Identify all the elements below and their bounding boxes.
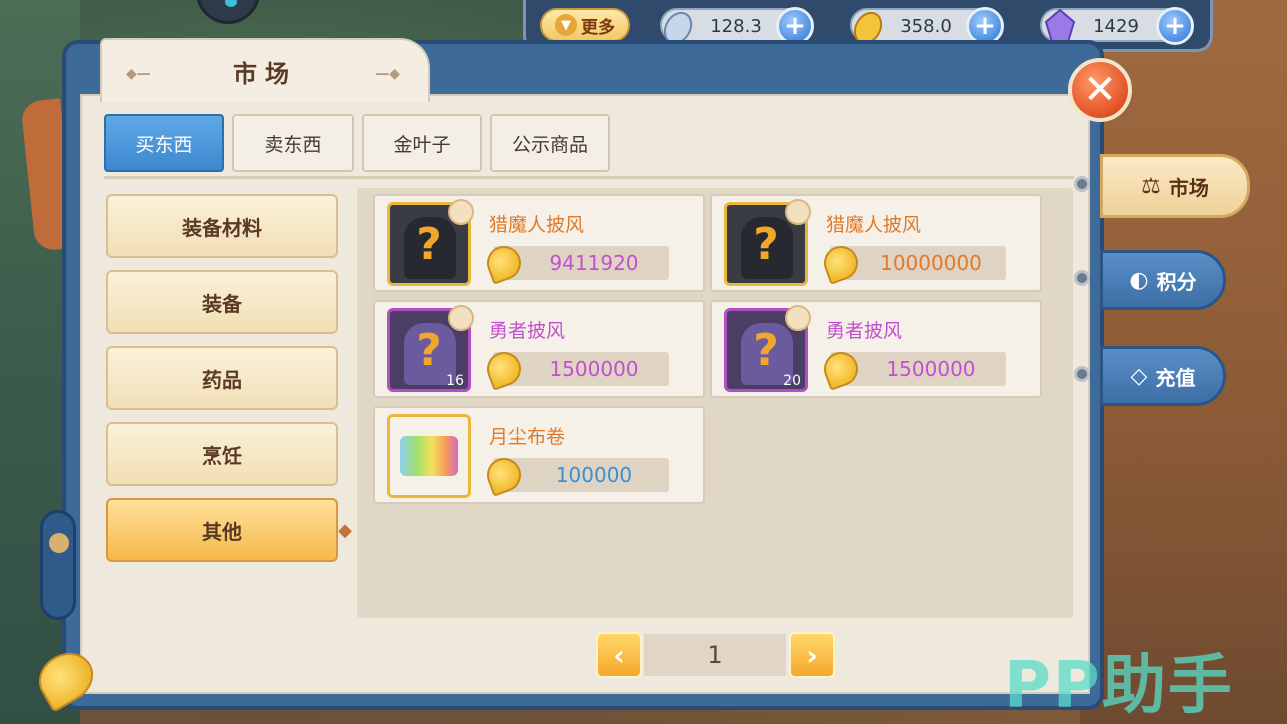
item-name: 月尘布卷 bbox=[489, 426, 566, 448]
category-label: 其他 bbox=[202, 519, 242, 544]
category-cooking[interactable]: 烹饪 bbox=[106, 422, 338, 486]
page-number: 1 bbox=[644, 634, 786, 676]
item-icon: ? 16 bbox=[387, 305, 474, 392]
item-count: 16 bbox=[446, 373, 464, 389]
item-price: 9411920 bbox=[482, 241, 669, 285]
item-price-value: 100000 bbox=[555, 463, 633, 487]
item-icon: ? bbox=[724, 199, 811, 286]
tab-buy-label: 买东西 bbox=[135, 133, 193, 156]
tab-divider bbox=[104, 176, 1074, 179]
character-avatar bbox=[196, 0, 260, 24]
tab-gold-leaf-label: 金叶子 bbox=[393, 133, 451, 156]
more-button-label: 更多 bbox=[581, 17, 615, 38]
window-title: 市场 bbox=[233, 59, 297, 88]
side-tab-label: 积分 bbox=[1156, 269, 1197, 294]
gold-leaf-icon bbox=[819, 347, 863, 391]
add-crystal-button[interactable]: + bbox=[1156, 7, 1194, 45]
binder-ring bbox=[1074, 366, 1090, 382]
binder-ring bbox=[1074, 270, 1090, 286]
watermark: PP助手 bbox=[1004, 649, 1234, 723]
side-tab-label: 充值 bbox=[1155, 365, 1196, 390]
tab-gold-leaf[interactable]: 金叶子 bbox=[362, 114, 482, 172]
item-price-value: 1500000 bbox=[886, 357, 976, 381]
category-medicine[interactable]: 药品 bbox=[106, 346, 338, 410]
list-item[interactable]: ? 猎魔人披风 10000000 bbox=[710, 194, 1042, 292]
item-icon: ? 20 bbox=[724, 305, 811, 392]
category-equipment[interactable]: 装备 bbox=[106, 270, 338, 334]
book-clasp bbox=[40, 510, 76, 620]
preview-icon[interactable] bbox=[785, 199, 811, 225]
item-price: 100000 bbox=[482, 453, 669, 497]
currency-silver: 128.3万 + bbox=[660, 7, 814, 62]
tab-sell[interactable]: 卖东西 bbox=[232, 114, 354, 172]
chevron-right-icon: › bbox=[806, 638, 818, 672]
title-deco-right-icon: —◆ bbox=[375, 66, 400, 82]
category-list: 装备材料 装备 药品 烹饪 其他 ◆ bbox=[106, 194, 352, 574]
chevron-right-icon: ◆ bbox=[338, 520, 352, 541]
item-price: 1500000 bbox=[819, 347, 1006, 391]
category-label: 装备材料 bbox=[182, 215, 262, 240]
side-tab-recharge[interactable]: ◇ 充值 bbox=[1100, 346, 1226, 406]
window-title-tab: ◆— 市场 —◆ bbox=[100, 38, 430, 102]
more-button[interactable]: ▼ 更多 bbox=[540, 8, 630, 42]
currency-gold: 358.0万 + bbox=[850, 7, 1004, 62]
category-label: 药品 bbox=[202, 367, 242, 392]
item-count: 20 bbox=[783, 373, 801, 389]
item-price-value: 1500000 bbox=[549, 357, 639, 381]
next-page-button[interactable]: › bbox=[789, 632, 835, 678]
cloth-roll-icon bbox=[387, 414, 471, 498]
chevron-left-icon: ‹ bbox=[613, 638, 625, 672]
item-price-value: 10000000 bbox=[880, 251, 982, 275]
gold-leaf-icon bbox=[819, 241, 863, 285]
currency-crystal: 1429 + bbox=[1040, 7, 1194, 45]
category-label: 烹饪 bbox=[202, 443, 242, 468]
tab-buy[interactable]: 买东西 bbox=[104, 114, 224, 172]
list-item[interactable]: 月尘布卷 100000 bbox=[373, 406, 705, 504]
side-tab-label: 市场 bbox=[1168, 175, 1209, 200]
tab-public-goods-label: 公示商品 bbox=[511, 133, 588, 156]
list-item[interactable]: ? 16 勇者披风 1500000 bbox=[373, 300, 705, 398]
item-name: 勇者披风 bbox=[489, 320, 566, 342]
category-equipment-materials[interactable]: 装备材料 bbox=[106, 194, 338, 258]
chevron-down-icon: ▼ bbox=[555, 14, 577, 36]
category-other[interactable]: 其他 ◆ bbox=[106, 498, 352, 562]
item-price: 10000000 bbox=[819, 241, 1006, 285]
tab-sell-label: 卖东西 bbox=[264, 133, 322, 156]
side-tab-points[interactable]: ◐ 积分 bbox=[1100, 250, 1226, 310]
preview-icon[interactable] bbox=[448, 199, 474, 225]
close-icon: ✕ bbox=[1083, 67, 1117, 113]
preview-icon[interactable] bbox=[785, 305, 811, 331]
item-list: ? 猎魔人披风 9411920 ? 猎魔人披风 10000000 ? 16 勇者披… bbox=[357, 188, 1073, 618]
list-item[interactable]: ? 20 勇者披风 1500000 bbox=[710, 300, 1042, 398]
item-price: 1500000 bbox=[482, 347, 669, 391]
scale-icon: ⚖ bbox=[1141, 173, 1161, 199]
item-icon: ? bbox=[387, 199, 474, 286]
currency-crystal-value: 1429 bbox=[1093, 16, 1139, 37]
title-deco-left-icon: ◆— bbox=[126, 66, 151, 82]
close-button[interactable]: ✕ bbox=[1068, 58, 1132, 122]
binder-ring bbox=[1074, 176, 1090, 192]
prev-page-button[interactable]: ‹ bbox=[596, 632, 642, 678]
item-name: 猎魔人披风 bbox=[489, 214, 585, 236]
diamond-icon: ◇ bbox=[1130, 363, 1148, 389]
item-name: 猎魔人披风 bbox=[826, 214, 922, 236]
points-icon: ◐ bbox=[1129, 267, 1149, 293]
item-price-value: 9411920 bbox=[549, 251, 639, 275]
market-tabs: 买东西 卖东西 金叶子 公示商品 bbox=[104, 114, 610, 172]
gold-leaf-icon bbox=[482, 347, 526, 391]
gold-leaf-icon bbox=[482, 241, 526, 285]
side-tab-market[interactable]: ⚖ 市场 bbox=[1100, 154, 1250, 218]
item-name: 勇者披风 bbox=[826, 320, 903, 342]
list-item[interactable]: ? 猎魔人披风 9411920 bbox=[373, 194, 705, 292]
category-label: 装备 bbox=[202, 291, 242, 316]
gold-leaf-icon bbox=[482, 453, 526, 497]
preview-icon[interactable] bbox=[448, 305, 474, 331]
tab-public-goods[interactable]: 公示商品 bbox=[490, 114, 610, 172]
